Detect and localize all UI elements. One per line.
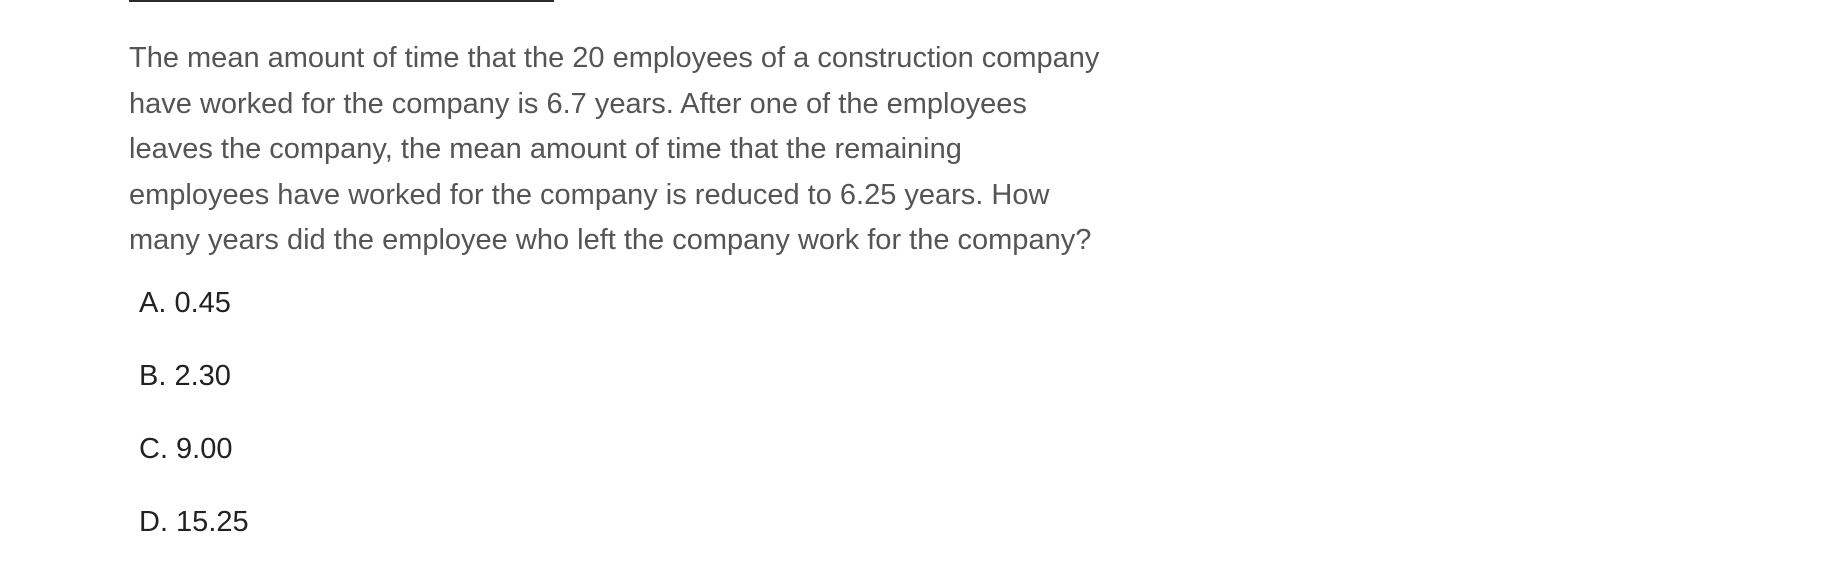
choice-b[interactable]: B. 2.30 [139, 354, 249, 427]
answer-choices: A. 0.45 B. 2.30 C. 9.00 D. 15.25 [139, 281, 249, 573]
choice-c[interactable]: C. 9.00 [139, 427, 249, 500]
choice-d[interactable]: D. 15.25 [139, 500, 249, 573]
choice-a[interactable]: A. 0.45 [139, 281, 249, 354]
top-divider [129, 0, 554, 2]
question-text: The mean amount of time that the 20 empl… [129, 42, 1100, 256]
